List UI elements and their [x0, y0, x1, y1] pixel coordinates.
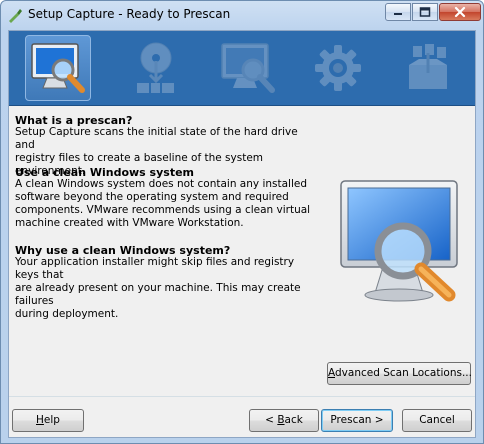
button-label: dvanced Scan Locations...	[335, 367, 472, 379]
access-key: A	[328, 367, 335, 379]
advanced-scan-locations-button[interactable]: Advanced Scan Locations...	[327, 362, 472, 385]
package-box-icon	[409, 44, 447, 89]
section-text: Your application installer might skip fi…	[15, 256, 315, 321]
divider	[9, 396, 475, 397]
monitor-magnifier-icon	[31, 43, 85, 93]
cancel-button[interactable]: Cancel	[402, 409, 472, 432]
minimize-button[interactable]	[385, 3, 411, 21]
text-line: software beyond the operating system and…	[15, 191, 289, 203]
close-button[interactable]	[439, 3, 481, 21]
window-title: Setup Capture - Ready to Prescan	[28, 7, 231, 21]
back-button[interactable]: < Back	[249, 409, 319, 432]
button-label: ack	[284, 414, 303, 426]
setup-capture-window: Setup Capture - Ready to Prescan What is…	[0, 0, 484, 444]
text-line: A clean Windows system does not contain …	[15, 178, 308, 190]
step-postscan	[215, 35, 281, 101]
title-bar[interactable]: Setup Capture - Ready to Prescan	[1, 1, 483, 27]
text-line: during deployment.	[15, 308, 119, 320]
step-prescan	[25, 35, 91, 101]
button-label: <	[265, 414, 278, 426]
step-install	[123, 35, 189, 101]
text-line: components. VMware recommends using a cl…	[15, 204, 311, 216]
text-line: Your application installer might skip fi…	[15, 256, 295, 281]
access-key: H	[36, 414, 44, 426]
dialog-client-area: What is a prescan? Setup Capture scans t…	[8, 30, 476, 438]
close-icon	[454, 6, 466, 18]
maximize-button[interactable]	[412, 3, 438, 21]
monitor-magnifier-icon	[221, 43, 275, 93]
disc-install-icon	[137, 42, 174, 93]
help-button[interactable]: Help	[12, 409, 84, 432]
app-icon	[9, 9, 22, 23]
step-build	[395, 35, 461, 101]
step-configure	[305, 35, 371, 101]
minimize-icon	[394, 13, 402, 15]
text-line: Setup Capture scans the initial state of…	[15, 126, 298, 151]
monitor-magnifier-icon	[340, 180, 458, 302]
maximize-icon	[419, 7, 431, 17]
wizard-steps-banner	[9, 31, 475, 106]
prescan-button[interactable]: Prescan >	[321, 409, 393, 432]
section-text: A clean Windows system does not contain …	[15, 178, 315, 230]
wizard-content: What is a prescan? Setup Capture scans t…	[9, 106, 475, 396]
access-key: B	[277, 414, 285, 426]
text-line: machine created with VMware Workstation.	[15, 217, 244, 229]
button-label: elp	[43, 414, 60, 426]
gear-icon	[315, 45, 361, 91]
text-line: are already present on your machine. Thi…	[15, 282, 301, 307]
